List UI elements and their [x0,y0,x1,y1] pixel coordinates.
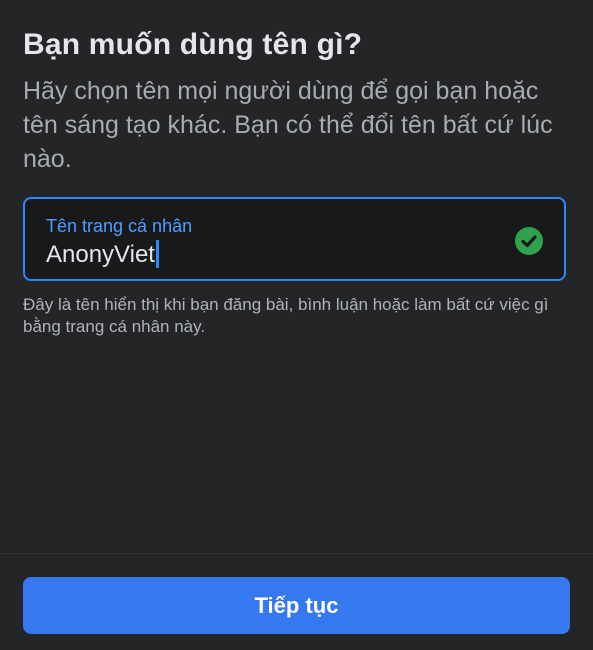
profile-name-helper-text: Đây là tên hiển thị khi bạn đăng bài, bì… [23,295,549,336]
profile-name-field[interactable]: Tên trang cá nhân AnonyViet [23,197,566,281]
page-title: Bạn muốn dùng tên gì? [23,28,363,61]
footer-divider [0,553,593,554]
profile-name-label: Tên trang cá nhân [46,216,193,236]
page-subtitle: Hãy chọn tên mọi người dùng để gọi bạn h… [23,77,553,173]
profile-name-screen: Bạn muốn dùng tên gì? Hãy chọn tên mọi n… [0,0,593,650]
profile-name-value: AnonyViet [46,241,155,268]
continue-button[interactable]: Tiếp tục [23,577,570,634]
profile-name-input[interactable]: AnonyViet [46,240,159,269]
check-circle-icon [515,227,543,255]
text-caret [155,240,159,268]
